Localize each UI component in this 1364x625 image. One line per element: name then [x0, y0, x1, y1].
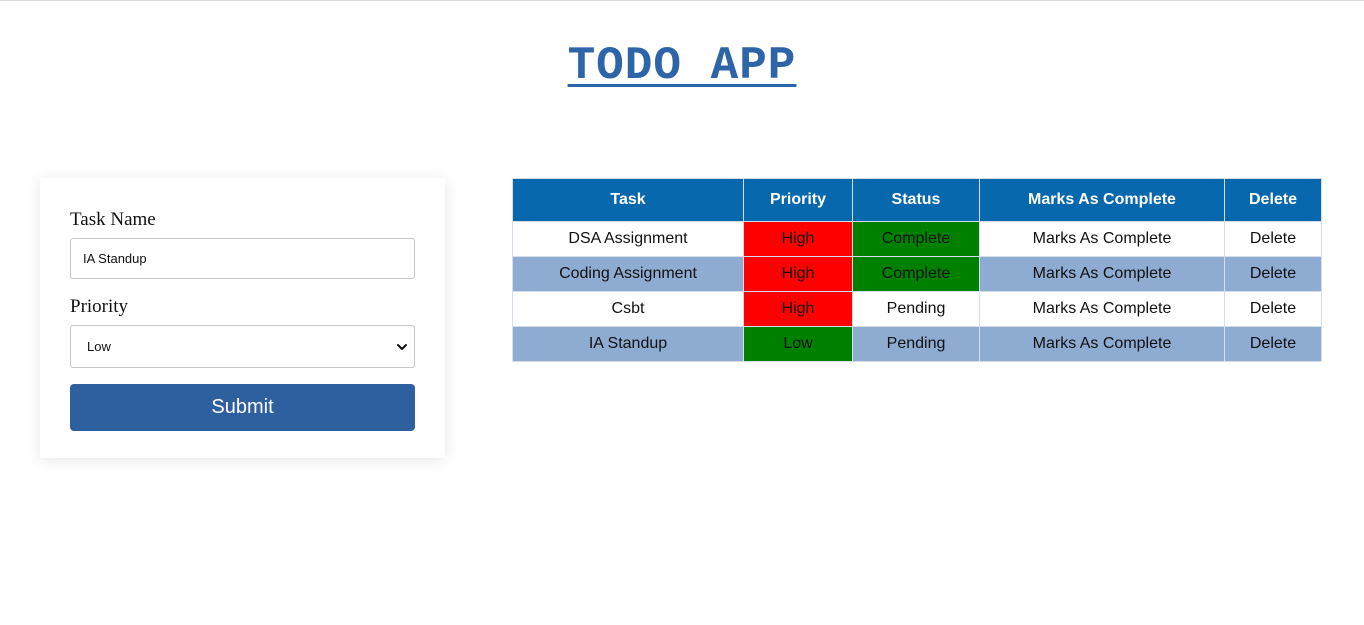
priority-cell: High [743, 291, 853, 327]
delete-button[interactable]: Delete [1224, 326, 1322, 362]
top-divider [0, 0, 1364, 1]
table-row: IA Standup Low Pending Marks As Complete… [512, 326, 1322, 362]
task-cell: Coding Assignment [512, 256, 744, 292]
table-row: Csbt High Pending Marks As Complete Dele… [512, 291, 1322, 327]
task-name-label: Task Name [70, 209, 156, 230]
priority-cell: High [743, 221, 853, 257]
page-title: TODO APP [567, 40, 797, 92]
mark-complete-button[interactable]: Marks As Complete [979, 221, 1225, 257]
table-row: Coding Assignment High Complete Marks As… [512, 256, 1322, 292]
priority-cell: Low [743, 326, 853, 362]
header-priority: Priority [743, 178, 853, 222]
status-cell: Complete [852, 256, 980, 292]
header-status: Status [852, 178, 980, 222]
tasks-table: Task Priority Status Marks As Complete D… [512, 178, 1322, 362]
table-header-row: Task Priority Status Marks As Complete D… [512, 178, 1322, 222]
priority-selected-value: Low [87, 339, 111, 354]
header-delete: Delete [1224, 178, 1322, 222]
header-marks-as-complete: Marks As Complete [979, 178, 1225, 222]
priority-select[interactable]: Low [70, 325, 415, 368]
delete-button[interactable]: Delete [1224, 221, 1322, 257]
table-row: DSA Assignment High Complete Marks As Co… [512, 221, 1322, 257]
task-cell: Csbt [512, 291, 744, 327]
delete-button[interactable]: Delete [1224, 291, 1322, 327]
priority-label: Priority [70, 296, 129, 317]
mark-complete-button[interactable]: Marks As Complete [979, 256, 1225, 292]
delete-button[interactable]: Delete [1224, 256, 1322, 292]
status-cell: Complete [852, 221, 980, 257]
chevron-down-icon [397, 344, 407, 350]
mark-complete-button[interactable]: Marks As Complete [979, 291, 1225, 327]
task-form-card: Task Name Priority Low Submit [40, 178, 445, 458]
status-cell: Pending [852, 291, 980, 327]
submit-button[interactable]: Submit [70, 384, 415, 431]
task-cell: DSA Assignment [512, 221, 744, 257]
task-name-input[interactable] [70, 238, 415, 279]
mark-complete-button[interactable]: Marks As Complete [979, 326, 1225, 362]
priority-cell: High [743, 256, 853, 292]
task-cell: IA Standup [512, 326, 744, 362]
status-cell: Pending [852, 326, 980, 362]
header-task: Task [512, 178, 744, 222]
